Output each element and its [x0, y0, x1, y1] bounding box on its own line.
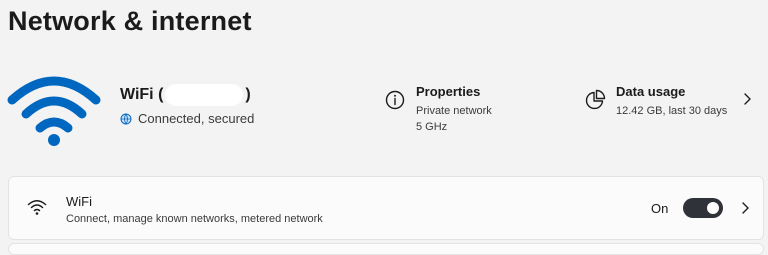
network-band: 5 GHz: [416, 121, 448, 133]
network-name-prefix: WiFi (: [120, 86, 164, 104]
network-name: WiFi (): [120, 84, 251, 106]
properties-title: Properties: [416, 84, 481, 99]
wifi-toggle[interactable]: [683, 198, 723, 218]
toggle-knob: [707, 202, 719, 214]
wifi-toggle-label: On: [651, 201, 669, 216]
data-usage-title: Data usage: [616, 84, 686, 99]
connection-status: Connected, secured: [120, 111, 254, 126]
wifi-signal-icon: [7, 76, 101, 146]
redacted-ssid: [165, 84, 244, 106]
next-settings-card[interactable]: [8, 243, 764, 255]
pie-chart-icon: [585, 89, 606, 110]
data-usage-value: 12.42 GB, last 30 days: [616, 105, 728, 117]
chevron-right-icon[interactable]: [742, 92, 752, 106]
network-name-suffix: ): [245, 86, 251, 104]
network-hero: WiFi () Connected, secured Properties Pr…: [0, 60, 768, 160]
wifi-card-title: WiFi: [66, 194, 92, 209]
wifi-icon: [27, 200, 47, 215]
network-profile: Private network: [416, 105, 492, 117]
data-usage-link[interactable]: Data usage 12.42 GB, last 30 days: [584, 84, 727, 119]
page-title: Network & internet: [8, 6, 252, 36]
connection-status-text: Connected, secured: [138, 111, 255, 126]
globe-icon: [120, 113, 132, 124]
chevron-right-icon[interactable]: [740, 201, 750, 215]
properties-link[interactable]: Properties Private network 5 GHz: [384, 84, 492, 135]
wifi-card-subtitle: Connect, manage known networks, metered …: [66, 213, 323, 225]
info-icon: [385, 90, 405, 110]
wifi-settings-card[interactable]: WiFi Connect, manage known networks, met…: [8, 176, 764, 240]
